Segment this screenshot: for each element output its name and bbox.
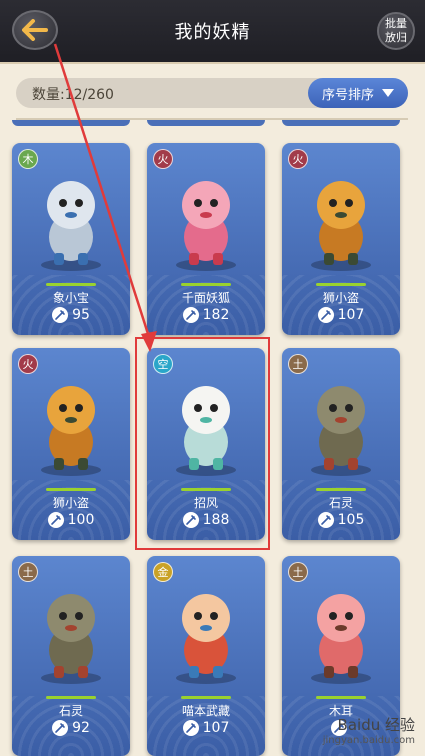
name-underline xyxy=(46,488,96,491)
sword-icon xyxy=(52,720,69,736)
spirit-card[interactable]: 火 狮小盗 107 xyxy=(282,143,400,335)
power-row: 107 xyxy=(147,720,265,736)
spirit-card[interactable]: 金 喵本武藏 107 xyxy=(147,556,265,756)
sword-icon xyxy=(182,720,199,736)
spirit-sprite-icon xyxy=(41,181,101,271)
spirit-sprite-icon xyxy=(311,594,371,684)
partial-card-top xyxy=(147,120,265,126)
spirit-name: 狮小盗 xyxy=(322,291,359,305)
spirit-sprite-icon xyxy=(41,386,101,476)
spirit-sprite-icon xyxy=(311,386,371,476)
watermark-title: Baidu 经验 xyxy=(337,716,415,734)
power-row: 105 xyxy=(282,512,400,528)
spirit-name: 石灵 xyxy=(328,496,353,510)
spirit-name: 喵本武藏 xyxy=(181,704,230,718)
power-value: 107 xyxy=(337,307,365,323)
sword-icon xyxy=(182,307,199,323)
spirit-name: 石灵 xyxy=(58,704,83,718)
spirit-sprite-icon xyxy=(41,594,101,684)
spirit-card[interactable]: 土 石灵 105 xyxy=(282,348,400,540)
power-value: 92 xyxy=(72,720,90,736)
spirit-sprite-icon xyxy=(176,181,236,271)
name-underline xyxy=(46,696,96,699)
power-value: 100 xyxy=(67,512,95,528)
sword-icon xyxy=(317,512,334,528)
partial-card-top xyxy=(282,120,400,126)
name-underline xyxy=(316,283,366,286)
sort-label: 序号排序 xyxy=(321,87,374,103)
partial-card-top xyxy=(12,120,130,126)
name-underline xyxy=(181,283,231,286)
spirit-card[interactable]: 土 石灵 92 xyxy=(12,556,130,756)
spirit-name: 狮小盗 xyxy=(52,496,89,510)
spirit-card[interactable]: 火 狮小盗 100 xyxy=(12,348,130,540)
batch-release-button[interactable]: 批量 放归 xyxy=(377,12,415,50)
header-bar: 我的妖精 批量 放归 xyxy=(0,0,425,62)
count-text: 数量:12/260 xyxy=(32,87,114,103)
sort-dropdown[interactable]: 序号排序 xyxy=(308,78,408,108)
spirit-name: 象小宝 xyxy=(52,291,89,305)
page-title: 我的妖精 xyxy=(174,22,251,43)
sword-icon xyxy=(317,307,334,323)
power-row: 100 xyxy=(12,512,130,528)
batch-label-line2: 放归 xyxy=(385,31,407,44)
power-row: 182 xyxy=(147,307,265,323)
count-bar: 数量:12/260 序号排序 xyxy=(16,78,408,108)
power-value: 95 xyxy=(72,307,90,323)
power-value: 107 xyxy=(202,720,230,736)
name-underline xyxy=(316,696,366,699)
watermark-url: jingyan.baidu.com xyxy=(322,735,415,746)
sword-icon xyxy=(52,307,69,323)
power-value: 105 xyxy=(337,512,365,528)
watermark: Baidu 经验 jingyan.baidu.com xyxy=(323,714,415,746)
spirit-card[interactable]: 火 千面妖狐 182 xyxy=(147,143,265,335)
power-row: 92 xyxy=(12,720,130,736)
name-underline xyxy=(316,488,366,491)
selection-highlight xyxy=(135,337,270,550)
spirit-card[interactable]: 木 象小宝 95 xyxy=(12,143,130,335)
batch-label-line1: 批量 xyxy=(385,17,407,30)
power-value: 182 xyxy=(202,307,230,323)
sword-icon xyxy=(47,512,64,528)
power-row: 107 xyxy=(282,307,400,323)
spirit-name: 千面妖狐 xyxy=(181,291,230,305)
dropdown-arrow-icon xyxy=(382,89,394,97)
power-row: 95 xyxy=(12,307,130,323)
name-underline xyxy=(46,283,96,286)
spirit-sprite-icon xyxy=(176,594,236,684)
name-underline xyxy=(181,696,231,699)
spirit-sprite-icon xyxy=(311,181,371,271)
